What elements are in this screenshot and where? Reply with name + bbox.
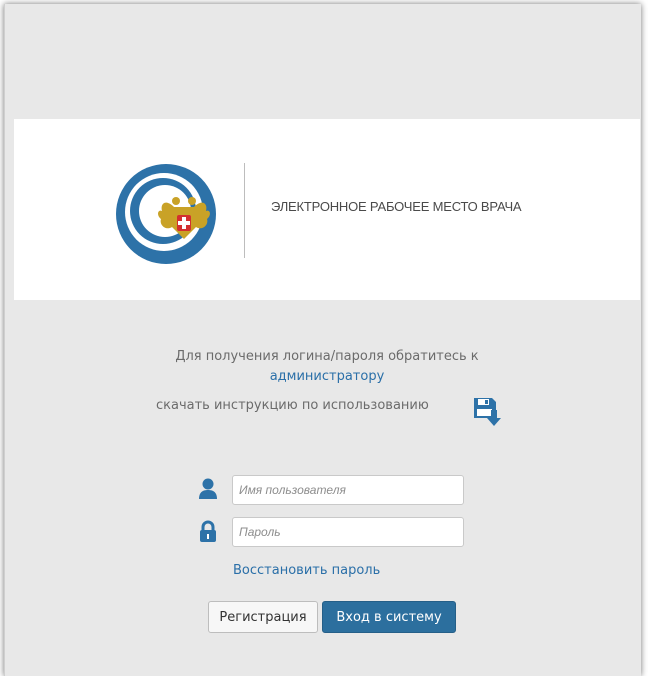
header-banner: ЭЛЕКТРОННОЕ РАБОЧЕЕ МЕСТО ВРАЧА (14, 119, 640, 300)
password-input[interactable] (233, 518, 463, 546)
admin-link[interactable]: администратору (270, 369, 385, 384)
login-info-text: Для получения логина/пароля обратитесь к (14, 349, 640, 364)
admin-link-row: администратору (14, 369, 640, 384)
instruction-download-text[interactable]: скачать инструкцию по использованию (156, 398, 429, 413)
emblem-ring-logo-icon (116, 164, 216, 264)
lock-icon (200, 520, 216, 542)
header-divider (244, 163, 245, 258)
register-button[interactable]: Регистрация (208, 601, 318, 633)
username-field[interactable] (232, 475, 464, 505)
username-input[interactable] (233, 476, 463, 504)
restore-password-link[interactable]: Восстановить пароль (233, 563, 380, 578)
login-info-line: Для получения логина/пароля обратитесь к (175, 349, 479, 364)
login-button[interactable]: Вход в систему (322, 601, 456, 633)
user-icon (199, 478, 217, 499)
floppy-download-icon[interactable] (472, 396, 506, 430)
app-title: ЭЛЕКТРОННОЕ РАБОЧЕЕ МЕСТО ВРАЧА (271, 199, 522, 214)
password-field[interactable] (232, 517, 464, 547)
